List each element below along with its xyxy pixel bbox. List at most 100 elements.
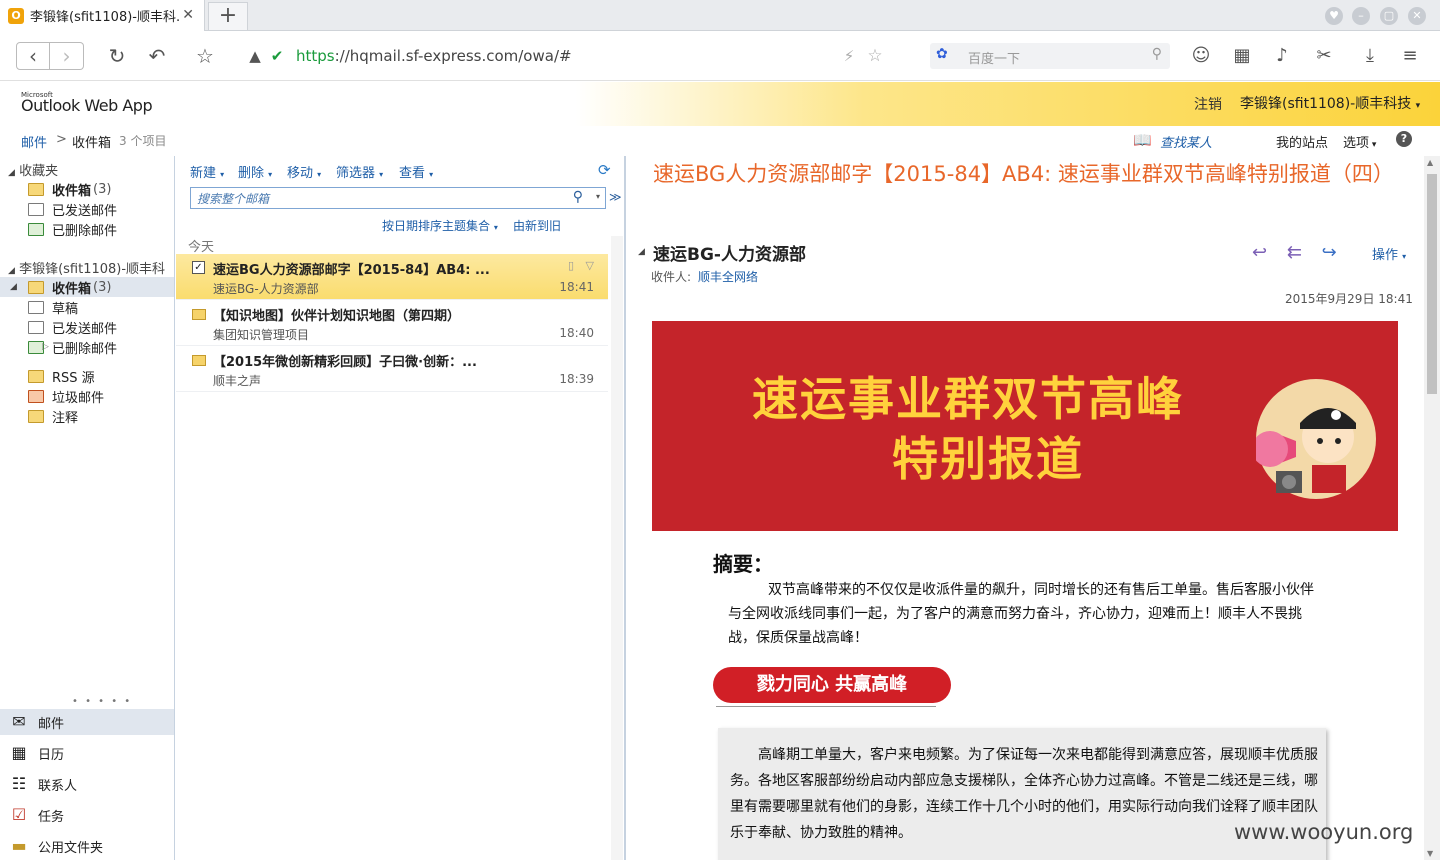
collapse-icon[interactable]: ◢ [8,168,15,178]
user-name-menu[interactable]: 李锻锋(sfit1108)-顺丰科技 ▾ [1240,93,1420,113]
options-menu[interactable]: 选项 ▾ [1343,132,1376,151]
help-icon[interactable]: ? [1396,131,1412,147]
refresh-icon[interactable]: ⟳ [598,161,611,179]
folder-deleted[interactable]: ▷ 已删除邮件 [28,337,117,357]
address-book-icon[interactable]: 📖 [1133,131,1152,149]
chevron-down-icon[interactable]: ▾ [596,192,600,201]
reply-all-icon[interactable]: ⇇ [1287,242,1302,263]
contacts-icon: ☷ [11,774,27,793]
nav-calendar[interactable]: ▦ 日历 [8,740,174,766]
nav-contacts[interactable]: ☷ 联系人 [8,771,174,797]
message-row[interactable]: 【2015年微创新精彩回顾】子曰微·创新：... 顺丰之声 18:39 [176,346,608,392]
folder-inbox[interactable]: ◢ 收件箱 (3) [0,277,174,297]
scroll-up-icon[interactable]: ▲ [1427,158,1433,167]
find-person-link[interactable]: 查找某人 [1160,132,1212,151]
nav-mail-label: 邮件 [38,716,65,732]
new-tab-button[interactable]: + [208,2,248,30]
apps-icon[interactable]: ▦ [1230,44,1254,68]
message-row[interactable]: 【知识地图】伙伴计划知识地图（第四期） 集团知识管理项目 18:40 [176,300,608,346]
collapse-icon[interactable]: ◢ [8,266,15,276]
sort-order-toggle[interactable]: 由新到旧 [513,217,561,234]
move-button[interactable]: 移动 ▾ [287,162,321,181]
bookmark-star-icon[interactable]: ☆ [190,43,220,69]
maximize-icon[interactable]: ▢ [1380,7,1398,25]
scroll-thumb[interactable] [1427,174,1437,394]
filter-button[interactable]: 筛选器 ▾ [336,162,383,181]
browser-tab[interactable]: O 李锻锋(sfit1108)-顺丰科... ✕ [0,0,205,31]
scroll-down-icon[interactable]: ▼ [1427,849,1433,858]
new-button[interactable]: 新建 ▾ [190,162,224,181]
menu-icon[interactable]: ≡ [1398,44,1422,68]
folder-drafts[interactable]: 草稿 [28,297,78,317]
chat-icon[interactable]: ☺ [1189,44,1213,68]
message-row[interactable]: ✓ 速运BG人力资源部邮字【2015-84】AB4: ... 速运BG-人力资源… [176,254,608,300]
forward-icon[interactable]: ↪ [1322,242,1337,263]
close-tab-icon[interactable]: ✕ [182,7,194,23]
collapse-icon[interactable]: ◢ [10,282,17,292]
my-sites-link[interactable]: 我的站点 [1276,132,1328,151]
address-bar[interactable]: https://hqmail.sf-express.com/owa/# [296,47,572,65]
unread-envelope-icon [192,309,206,320]
search-icon[interactable]: ⚲ [1152,46,1162,62]
sound-icon[interactable]: ♪ [1270,44,1294,68]
category-icon[interactable]: ▯ [568,259,574,272]
search-box[interactable]: ✿ 百度一下 ⚲ [930,43,1170,69]
nav-mail[interactable]: ✉ 邮件 [0,709,174,735]
recipient-link[interactable]: 顺丰全网络 [698,268,758,285]
mail-icon: ✉ [12,712,26,731]
folder-junk[interactable]: 垃圾邮件 [28,386,104,406]
message-time: 18:40 [559,326,594,340]
sort-by-label: 按日期排序主题集合 [382,219,491,233]
message-title: 速运BG人力资源部邮字【2015-84】AB4: 速运事业群双节高峰特别报道（四… [653,162,1394,186]
search-icon[interactable]: ⚲ [573,189,583,205]
delete-button[interactable]: 删除 ▾ [238,162,272,181]
expand-icon[interactable]: ▷ [42,342,49,352]
signout-link[interactable]: 注销 [1194,94,1222,114]
url-scheme: https [296,47,335,65]
nav-tasks[interactable]: ☑ 任务 [8,802,174,828]
skin-icon[interactable]: ♥ [1325,7,1343,25]
favorite-icon[interactable]: ☆ [860,43,890,69]
folder-sent[interactable]: 已发送邮件 [28,317,117,337]
nav-public-label: 公用文件夹 [38,840,104,856]
forward-icon[interactable]: › [50,42,84,70]
nav-public-folders[interactable]: ▬ 公用文件夹 [8,833,174,859]
message-time: 18:39 [559,372,594,386]
sort-by-menu[interactable]: 按日期排序主题集合 ▾ [382,217,498,234]
fav-inbox[interactable]: 收件箱 (3) [28,179,111,199]
breadcrumb-mail[interactable]: 邮件 [21,132,47,151]
fav-sent[interactable]: 已发送邮件 [28,199,117,219]
favorites-header[interactable]: ◢ 收藏夹 [8,160,58,179]
flag-icon[interactable]: ▽ [586,259,594,272]
actions-menu[interactable]: 操作 ▾ [1372,244,1406,263]
item-count: 3 个项目 [119,134,167,148]
sent-folder-icon [28,320,44,334]
chevron-down-icon: ▾ [317,170,322,179]
folder-notes[interactable]: 注释 [28,406,78,426]
chevron-down-icon: ▾ [1402,252,1407,261]
back-icon[interactable]: ‹ [16,42,50,70]
pane-resize-handle[interactable]: • • • • • [72,696,132,707]
expand-search-icon[interactable]: ≫ [609,190,622,204]
download-icon[interactable]: ⤓ [1358,44,1382,68]
public-folder-icon: ▬ [11,836,27,855]
reply-icon[interactable]: ↩ [1252,242,1267,263]
collapse-header-icon[interactable]: ◢ [638,247,645,257]
group-header-today: 今天 [188,240,215,255]
screenshot-scissors-icon[interactable]: ✂ [1312,44,1336,68]
verified-shield-icon[interactable]: ✔ [262,43,292,69]
unread-count: (3) [93,279,112,295]
chevron-down-icon: ▾ [1369,140,1377,150]
minimize-icon[interactable]: – [1352,7,1370,25]
fav-deleted[interactable]: 已删除邮件 [28,219,117,239]
undo-close-icon[interactable]: ↶ [142,43,172,69]
checkbox-checked-icon[interactable]: ✓ [192,261,205,274]
sender-name[interactable]: 速运BG-人力资源部 [653,240,806,265]
reload-icon[interactable]: ↻ [102,43,132,69]
search-input[interactable]: 搜索整个邮箱 ⚲ ▾ [190,187,606,209]
message-list-scrollbar[interactable] [611,236,623,860]
baidu-paw-icon[interactable]: ✿ [936,46,948,62]
view-button[interactable]: 查看 ▾ [399,162,433,181]
close-window-icon[interactable]: ✕ [1408,7,1426,25]
folder-rss[interactable]: RSS 源 [28,366,95,386]
